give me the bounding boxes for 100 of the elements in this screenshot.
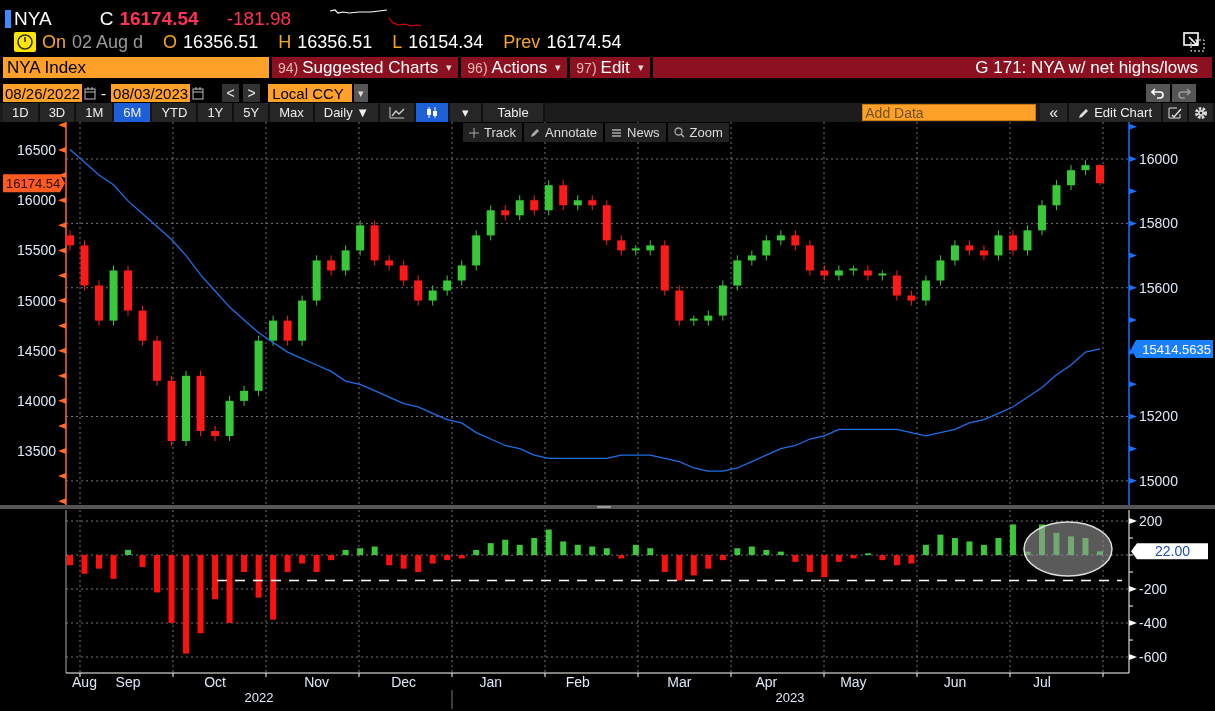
settings-button[interactable] <box>1189 103 1215 122</box>
previous-button[interactable]: < <box>222 84 240 102</box>
month-label: Dec <box>391 674 417 690</box>
add-data-field[interactable]: Add Data <box>862 104 1037 121</box>
axis-label: 15800 <box>1139 215 1178 232</box>
collapse-button[interactable]: « <box>1040 103 1070 122</box>
candlestick <box>530 194 539 216</box>
period-tab[interactable]: 1M <box>76 103 115 122</box>
bar <box>734 548 741 556</box>
month-label: Jun <box>943 674 967 690</box>
candlestick <box>660 239 669 297</box>
bar <box>1068 536 1074 556</box>
bar <box>270 555 277 620</box>
period-tab[interactable]: 1Y <box>198 103 235 122</box>
gauge-icon <box>14 32 36 52</box>
dropdown-button[interactable]: ▾ <box>450 103 484 122</box>
axis-label: 16000 <box>1139 151 1178 167</box>
start-date-field[interactable]: 08/26/2022 <box>3 84 83 102</box>
bar <box>313 555 320 573</box>
news-icon <box>611 127 623 138</box>
chart-tool-button[interactable]: Annotate <box>524 123 604 142</box>
bar <box>1009 524 1016 556</box>
axis-label: 14500 <box>17 342 56 359</box>
field-value: 16154.34 <box>408 31 484 53</box>
candlestick <box>356 219 365 256</box>
candlestick <box>138 305 147 347</box>
chart-tool-button[interactable]: Track <box>463 123 523 142</box>
close-label: C <box>99 8 114 30</box>
chart-options-button[interactable] <box>1163 103 1189 122</box>
candlestick <box>689 315 698 327</box>
calendar-icon[interactable] <box>192 86 205 100</box>
next-button[interactable]: > <box>243 84 261 102</box>
chart-type-button[interactable] <box>380 103 417 122</box>
line-chart-icon <box>389 106 406 119</box>
bar <box>400 555 407 569</box>
candlestick <box>994 229 1003 261</box>
period-tab[interactable]: Max <box>270 103 315 122</box>
chart-tool-button[interactable]: Zoom <box>667 123 729 142</box>
calendar-icon[interactable] <box>84 86 97 100</box>
candlestick <box>1067 164 1075 191</box>
bar <box>1082 538 1089 556</box>
undo-button[interactable] <box>1146 84 1170 102</box>
period-tab[interactable]: 3D <box>39 103 77 122</box>
zoom-icon <box>673 127 685 138</box>
candlestick <box>559 179 568 211</box>
candlestick <box>704 310 713 327</box>
candlestick <box>921 275 930 307</box>
bar <box>545 529 552 556</box>
year-label: 2023 <box>775 690 805 705</box>
bar <box>618 555 625 559</box>
bar <box>922 544 929 556</box>
currency-dropdown[interactable]: Local CCY <box>268 84 353 102</box>
bar <box>357 548 364 556</box>
undo-icon <box>1151 87 1165 99</box>
bar <box>371 546 378 556</box>
candlestick <box>1023 224 1032 256</box>
field-value: 16174.54 <box>546 31 622 53</box>
bar <box>1053 532 1060 556</box>
pencil-check-icon <box>1168 106 1182 119</box>
axis-label: 15000 <box>1139 472 1178 489</box>
candlestick <box>153 335 162 387</box>
candlestick <box>66 229 74 251</box>
candlestick <box>240 385 249 407</box>
bar <box>284 555 291 573</box>
date-separator: - <box>101 84 107 102</box>
candlestick <box>486 204 495 241</box>
chart-tool-button[interactable]: News <box>605 123 666 142</box>
bar <box>560 541 567 556</box>
candlestick <box>167 375 176 447</box>
menu-button[interactable]: 96) Actions ▾ <box>461 57 568 78</box>
security-field[interactable]: NYA Index <box>3 57 269 78</box>
candlestick <box>196 370 205 437</box>
candlestick <box>327 254 336 276</box>
bar <box>386 555 393 566</box>
pencil-icon <box>530 127 541 138</box>
bar <box>1024 551 1031 556</box>
period-tab[interactable]: 6M <box>114 103 153 122</box>
period-tab[interactable]: 1D <box>3 103 40 122</box>
edit-chart-button[interactable]: Edit Chart <box>1069 103 1163 122</box>
menu-button[interactable]: 97) Edit ▾ <box>570 57 650 78</box>
candlestick <box>254 335 263 397</box>
table-button[interactable]: Table <box>483 103 546 122</box>
field-value: 16356.51 <box>297 31 373 53</box>
candlestick <box>385 254 394 271</box>
bar <box>850 555 857 559</box>
frequency-dropdown[interactable]: Daily ▼ <box>314 103 381 122</box>
period-tab[interactable]: 5Y <box>234 103 271 122</box>
dropdown-button[interactable]: ▾ <box>354 84 369 102</box>
period-tab[interactable]: YTD <box>152 103 199 122</box>
menu-button[interactable]: 94) Suggested Charts ▾ <box>272 57 459 78</box>
candlestick <box>573 194 582 211</box>
candlestick <box>95 280 103 327</box>
candlestick <box>109 264 118 327</box>
bar <box>908 555 915 564</box>
bar <box>168 555 175 624</box>
chart-type-button[interactable] <box>416 103 451 122</box>
resize-icon[interactable] <box>1183 32 1205 52</box>
end-date-field[interactable]: 08/03/2023 <box>111 84 191 102</box>
candlestick <box>834 264 843 281</box>
bar <box>966 541 973 556</box>
